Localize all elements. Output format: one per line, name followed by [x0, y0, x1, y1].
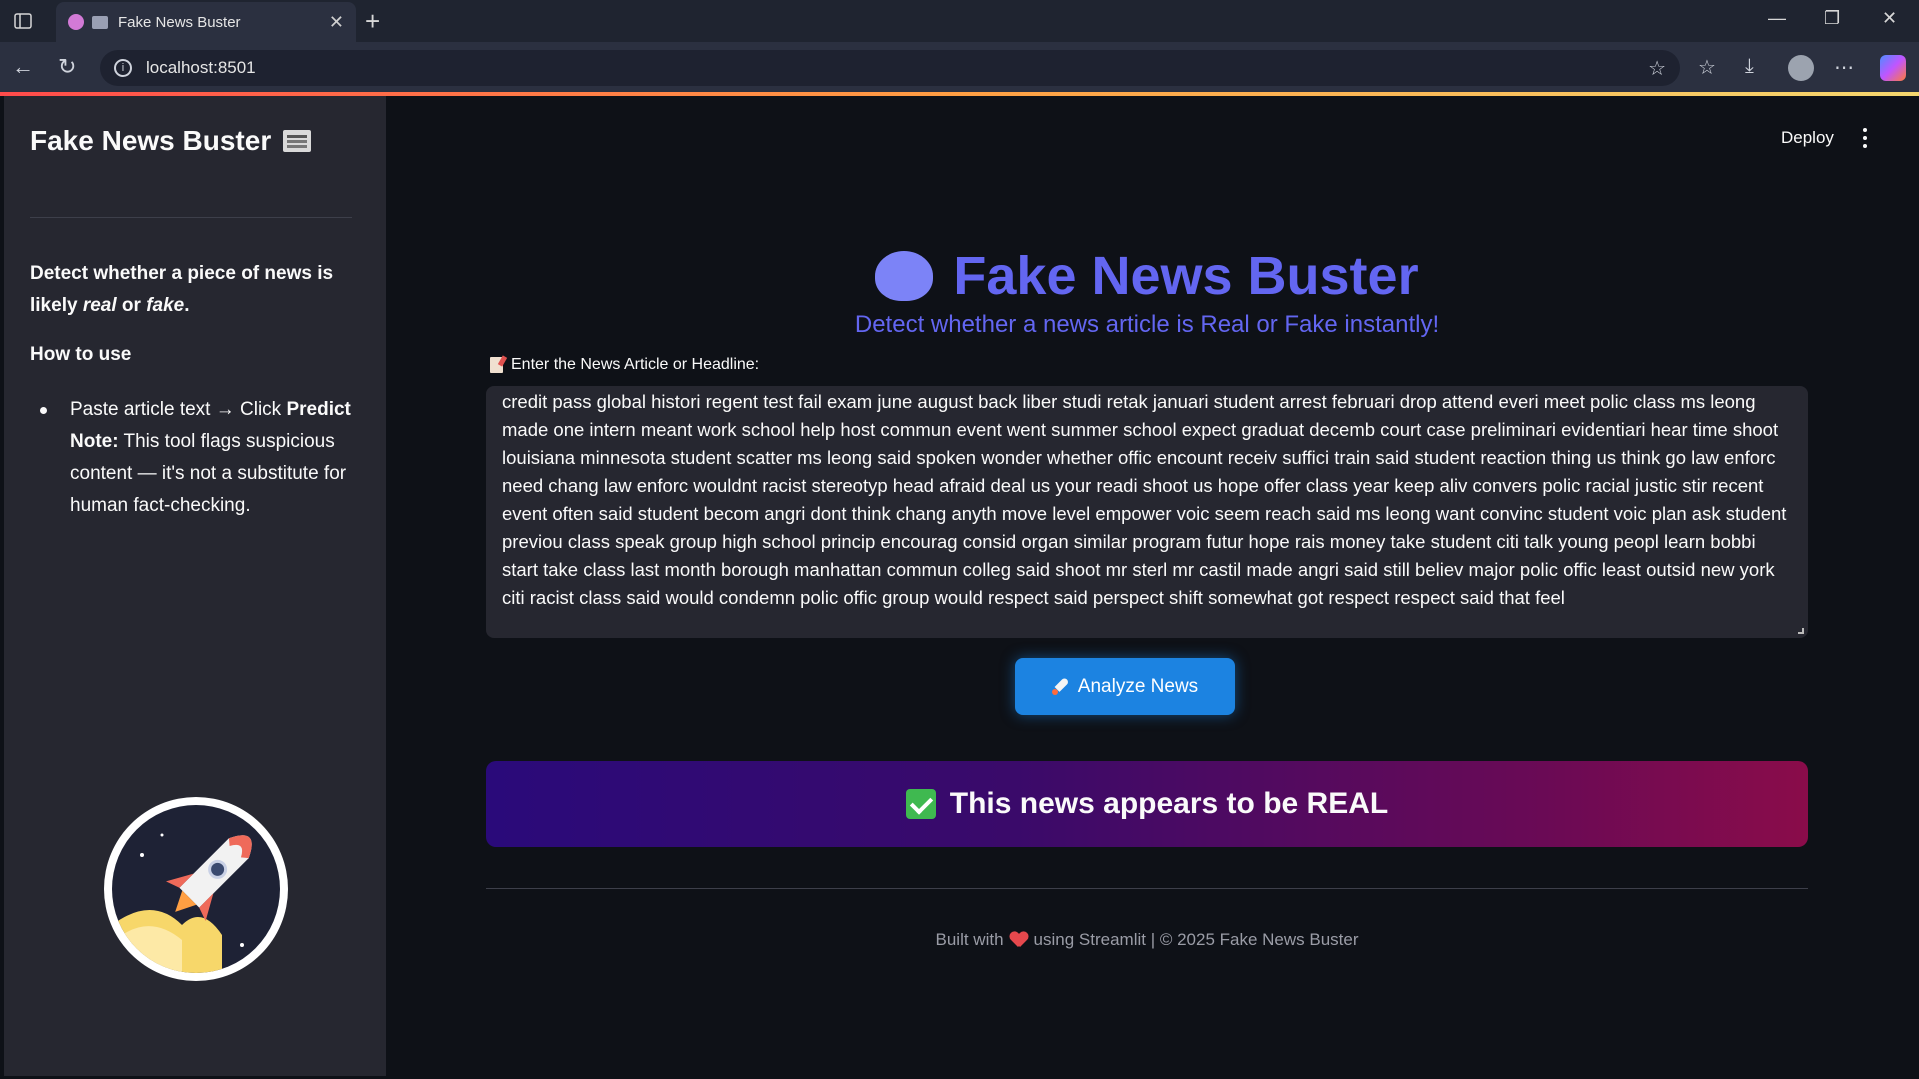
how-to-use-heading: How to use: [30, 344, 132, 365]
rocket-logo-icon: [104, 797, 288, 981]
browser-tab[interactable]: Fake News Buster ✕: [56, 2, 356, 42]
tab-actions-icon[interactable]: [10, 9, 36, 33]
desc-suffix: .: [184, 295, 190, 316]
sidebar-title: Fake News Buster: [30, 125, 312, 157]
result-banner: This news appears to be REAL: [486, 761, 1808, 847]
deploy-button[interactable]: Deploy: [1781, 128, 1834, 148]
bullet-icon: [40, 407, 47, 414]
sidebar-description: Detect whether a piece of news is likely…: [30, 258, 352, 322]
page-title-text: Fake News Buster: [953, 246, 1419, 306]
new-tab-icon[interactable]: +: [365, 6, 380, 36]
analyze-button-label: Analyze News: [1077, 675, 1199, 697]
rocket-icon: [1051, 678, 1070, 696]
heart-icon: [1010, 932, 1028, 948]
list-item: Paste article text → Click Predict Note:…: [40, 394, 360, 522]
note-label: Note:: [70, 431, 119, 452]
brain-favicon-icon: [68, 14, 84, 30]
reload-icon[interactable]: ↻: [58, 54, 76, 80]
back-icon[interactable]: ←: [12, 54, 34, 80]
news-article-textarea[interactable]: credit pass global histori regent test f…: [486, 386, 1808, 638]
footer-credits: using Streamlit | © 2025 Fake News Buste…: [1033, 930, 1359, 949]
close-tab-icon[interactable]: ✕: [329, 12, 344, 33]
bookmark-star-icon[interactable]: ☆: [1648, 56, 1666, 81]
check-mark-icon: [905, 789, 936, 819]
sidebar-divider: [30, 217, 352, 218]
sidebar-title-text: Fake News Buster: [30, 125, 272, 156]
input-label: Enter the News Article or Headline:: [490, 356, 759, 374]
newspaper-icon: [283, 130, 312, 152]
hero: Fake News Buster Detect whether a news a…: [486, 245, 1808, 339]
browser-tab-bar: Fake News Buster ✕ + — ❐ ✕: [0, 0, 1919, 42]
download-icon[interactable]: ⤓: [1745, 55, 1754, 78]
main-divider: [486, 888, 1808, 889]
more-menu-icon[interactable]: ⋯: [1834, 55, 1854, 80]
resize-handle-icon[interactable]: [1798, 628, 1804, 634]
how-to-list: Paste article text → Click Predict Note:…: [40, 394, 360, 522]
minimize-icon[interactable]: —: [1768, 8, 1786, 29]
close-window-icon[interactable]: ✕: [1882, 8, 1897, 29]
url-field[interactable]: i localhost:8501 ☆: [100, 50, 1680, 86]
brain-icon: [875, 251, 934, 301]
address-bar: ← ↻ i localhost:8501 ☆ ☆ ⤓ ⋯: [0, 42, 1919, 92]
footer: Built with using Streamlit | © 2025 Fake…: [486, 930, 1808, 950]
desc-fake: fake: [146, 295, 185, 316]
tab-title: Fake News Buster: [118, 13, 241, 31]
page-title: Fake News Buster: [875, 245, 1419, 307]
desc-or: or: [116, 295, 147, 316]
main-menu-icon[interactable]: [1862, 128, 1868, 148]
input-label-text: Enter the News Article or Headline:: [511, 356, 760, 373]
site-info-icon[interactable]: i: [114, 59, 132, 77]
profile-avatar-icon[interactable]: [1788, 55, 1814, 81]
step-bold: Predict: [286, 399, 351, 420]
newspaper-favicon-icon: [92, 15, 108, 29]
textarea-value: credit pass global histori regent test f…: [502, 391, 1787, 608]
step-text: Paste article text → Click: [70, 399, 287, 420]
memo-icon: [490, 357, 503, 373]
restore-icon[interactable]: ❐: [1824, 8, 1840, 29]
result-text: This news appears to be REAL: [949, 787, 1389, 820]
footer-built-with: Built with: [935, 930, 1004, 949]
analyze-news-button[interactable]: Analyze News: [1015, 658, 1235, 715]
favorites-icon[interactable]: ☆: [1698, 55, 1716, 80]
page-subtitle: Detect whether a news article is Real or…: [854, 311, 1440, 338]
url-text: localhost:8501: [146, 58, 256, 77]
desc-real: real: [82, 295, 117, 316]
copilot-icon[interactable]: [1880, 55, 1906, 81]
